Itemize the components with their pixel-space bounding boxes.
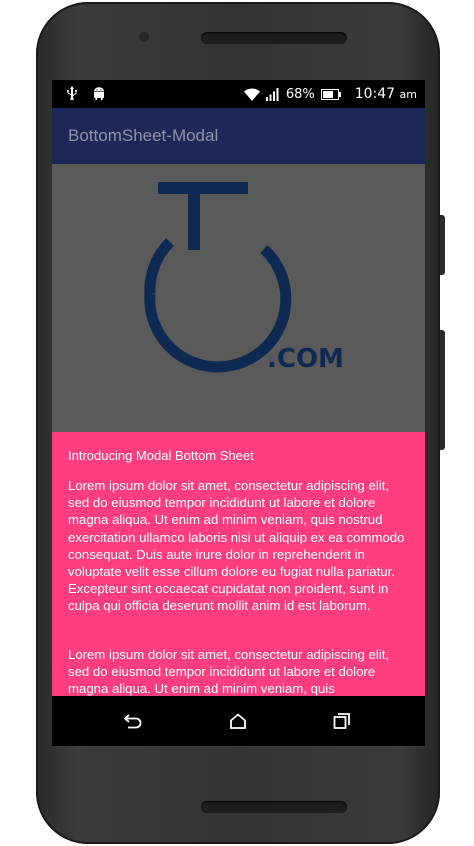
top-speaker bbox=[201, 32, 347, 44]
battery-percent: 68% bbox=[285, 86, 315, 102]
logo-suffix: .COM bbox=[267, 344, 344, 374]
status-bar: 68% 10:47 am bbox=[52, 80, 425, 108]
navigation-bar bbox=[52, 696, 425, 746]
recents-icon bbox=[333, 713, 350, 729]
clock-ampm: am bbox=[399, 88, 417, 101]
back-icon bbox=[124, 714, 142, 729]
recents-button[interactable] bbox=[329, 708, 355, 734]
logo-t-bar bbox=[158, 182, 248, 194]
clock: 10:47 am bbox=[355, 86, 417, 102]
battery-icon bbox=[320, 88, 341, 100]
content-scrim[interactable]: .COM bbox=[52, 164, 425, 432]
bottom-speaker bbox=[201, 801, 347, 813]
logo-t-stem bbox=[188, 194, 200, 250]
clock-time: 10:47 bbox=[354, 86, 396, 102]
sheet-title: Introducing Modal Bottom Sheet bbox=[68, 448, 254, 463]
back-button[interactable] bbox=[121, 708, 147, 734]
power-button bbox=[440, 330, 445, 450]
logo-ring-left bbox=[144, 238, 175, 295]
logo-image: .COM bbox=[144, 182, 344, 374]
sheet-paragraph-2: Lorem ipsum dolor sit amet, consectetur … bbox=[68, 647, 390, 696]
home-button[interactable] bbox=[225, 708, 251, 734]
app-title: BottomSheet-Modal bbox=[68, 126, 219, 145]
sheet-paragraph-1: Lorem ipsum dolor sit amet, consectetur … bbox=[68, 478, 405, 614]
modal-bottom-sheet[interactable]: Introducing Modal Bottom Sheet Lorem ips… bbox=[52, 432, 425, 696]
volume-button bbox=[440, 215, 445, 275]
usb-icon bbox=[67, 86, 77, 100]
android-icon bbox=[94, 87, 104, 100]
logo-ring bbox=[144, 244, 292, 373]
front-camera bbox=[139, 32, 149, 42]
signal-icon bbox=[265, 87, 279, 101]
device-screen: 68% 10:47 am BottomSheet-Modal .COM Intr… bbox=[52, 80, 425, 746]
home-icon bbox=[230, 713, 246, 729]
wifi-icon bbox=[243, 87, 260, 101]
app-bar: BottomSheet-Modal bbox=[52, 108, 425, 164]
